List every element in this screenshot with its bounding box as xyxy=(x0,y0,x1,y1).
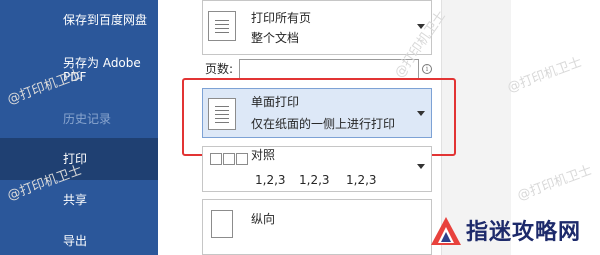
print-range-subtitle: 整个文档 xyxy=(251,31,300,45)
orientation-title: 纵向 xyxy=(251,212,276,226)
site-logo: 指迷攻略网 xyxy=(425,208,600,255)
chevron-down-icon[interactable] xyxy=(417,24,425,29)
document-icon xyxy=(208,11,236,41)
nav-save-as-adobe-pdf[interactable]: PDF xyxy=(0,69,158,85)
collate-icon xyxy=(210,153,222,165)
info-icon[interactable]: i xyxy=(422,64,432,74)
highlight-annotation xyxy=(182,78,456,156)
collation-title: 对照 xyxy=(251,148,276,162)
collation-value: 1,2,3 xyxy=(346,173,377,187)
collation-value: 1,2,3 xyxy=(255,173,286,187)
nav-print[interactable]: 打印 xyxy=(0,138,158,180)
logo-text: 指迷攻略网 xyxy=(466,219,582,245)
backstage-sidebar: 保存到百度网盘 另存为 Adobe PDF 历史记录 打印 共享 导出 xyxy=(0,0,158,255)
portrait-icon xyxy=(211,210,233,238)
nav-export[interactable]: 导出 xyxy=(0,233,158,249)
orientation-dropdown[interactable]: 纵向 xyxy=(202,199,432,255)
pages-label: 页数: xyxy=(205,62,234,76)
nav-history[interactable]: 历史记录 xyxy=(0,111,158,127)
nav-share[interactable]: 共享 xyxy=(0,192,158,208)
logo-icon xyxy=(431,217,461,245)
chevron-down-icon[interactable] xyxy=(417,164,425,169)
nav-save-to-baidu[interactable]: 保存到百度网盘 xyxy=(0,12,158,28)
collation-value: 1,2,3 xyxy=(299,173,330,187)
print-range-title: 打印所有页 xyxy=(251,11,312,25)
collate-icon xyxy=(236,153,248,165)
collate-icon xyxy=(223,153,235,165)
pages-input[interactable] xyxy=(239,59,419,79)
print-range-dropdown[interactable]: 打印所有页 整个文档 xyxy=(202,0,432,55)
